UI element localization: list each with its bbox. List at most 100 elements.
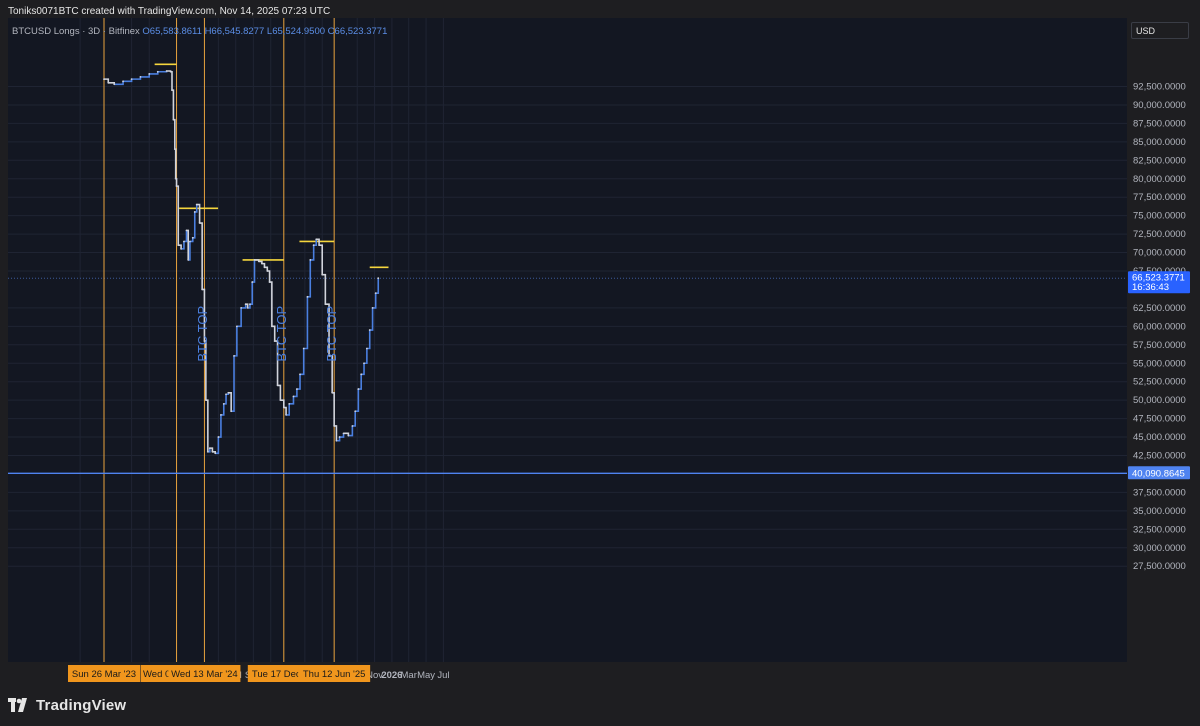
date-marker-label: Sun 26 Mar '23 (72, 669, 136, 680)
date-marker-label: Wed 13 Mar '24 (171, 669, 238, 680)
price-segment (293, 389, 298, 398)
price-point (208, 447, 211, 450)
price-tick-label: 80,000.0000 (1133, 174, 1186, 185)
price-point (351, 425, 354, 427)
price-point (333, 425, 336, 427)
price-point (309, 259, 312, 261)
chart-plot-svg[interactable]: BTC TOP BTC TOP BTC TOP (8, 18, 1127, 662)
price-tick-label: 50,000.0000 (1133, 395, 1186, 406)
price-point (360, 373, 363, 376)
price-point (214, 452, 217, 455)
price-point (312, 244, 315, 247)
price-tick-label: 35,000.0000 (1133, 506, 1186, 517)
price-point (251, 281, 254, 283)
price-point (156, 70, 159, 73)
price-segment (220, 403, 225, 416)
price-tick-label: 27,500.0000 (1133, 561, 1186, 572)
time-axis-svg: 2023JulSepMayJulSepNoMarMSepNov2026MarMa… (68, 665, 449, 682)
price-point (288, 402, 291, 405)
price-tick-label: 87,500.0000 (1133, 118, 1186, 129)
btc-top-annotation[interactable]: BTC TOP (274, 306, 289, 362)
price-segment (249, 282, 254, 306)
price-point (266, 270, 269, 272)
price-point (335, 439, 338, 442)
price-point (148, 73, 151, 75)
price-point (270, 325, 273, 328)
price-segment (170, 70, 173, 91)
price-point (191, 236, 194, 239)
legend-close: C66,523.3771 (327, 26, 388, 37)
btc-top-annotation[interactable]: BTC TOP (324, 306, 339, 362)
price-segment (174, 148, 177, 179)
price-point (227, 391, 230, 394)
price-point (279, 399, 282, 402)
price-point (189, 240, 191, 243)
price-point (295, 388, 298, 390)
price-point (220, 414, 222, 416)
price-point (187, 259, 190, 261)
price-point (177, 244, 180, 247)
price-tick-label: 52,500.0000 (1133, 377, 1186, 388)
price-point (263, 266, 266, 269)
price-point (193, 211, 196, 213)
price-segment (364, 348, 368, 365)
price-point (122, 80, 124, 83)
price-segment (332, 391, 335, 426)
price-axis[interactable]: 92,500.0000 90,000.0000 87,500.0000 85,000.… (1127, 18, 1192, 662)
price-segment (303, 296, 309, 350)
price-point (321, 273, 324, 276)
price-point (204, 399, 207, 402)
price-tick-label: 70,000.0000 (1133, 248, 1186, 259)
price-segment (123, 79, 133, 83)
price-tick-label: 62,500.0000 (1133, 303, 1186, 314)
price-point (365, 347, 368, 350)
price-segment (149, 71, 159, 75)
attribution-text: Toniks0071BTC created with TradingView.c… (8, 6, 331, 17)
price-tick-label: 30,000.0000 (1133, 543, 1186, 554)
price-point (103, 78, 105, 81)
symbol-legend[interactable]: BTCUSD Longs · 3D · Bitfinex O65,583.861… (12, 26, 387, 37)
price-point (130, 78, 133, 81)
plot-area[interactable]: BTC TOP BTC TOP BTC TOP (8, 18, 1127, 662)
currency-selector[interactable]: USD (1131, 22, 1189, 39)
price-point (139, 76, 142, 78)
price-segment (236, 307, 242, 328)
price-point (113, 83, 116, 86)
price-point (249, 303, 251, 306)
price-point (175, 185, 178, 188)
price-point (318, 244, 320, 247)
price-tick-label: 57,500.0000 (1133, 340, 1186, 351)
price-point (174, 177, 177, 180)
price-point (230, 410, 233, 413)
price-point (371, 307, 374, 309)
time-tick-label: Jul (437, 670, 449, 681)
price-point (253, 259, 256, 261)
tradingview-logo[interactable]: TradingView (8, 694, 126, 716)
price-point (222, 402, 225, 405)
price-point (185, 229, 188, 232)
time-tick-label: Mar (401, 670, 417, 681)
price-point (331, 391, 334, 394)
price-segment (300, 348, 305, 376)
btc-top-annotation[interactable]: BTC TOP (195, 306, 210, 362)
chart-window: Toniks0071BTC created with TradingView.c… (0, 0, 1200, 726)
price-tick-label: 92,500.0000 (1133, 82, 1186, 93)
price-point (260, 262, 263, 265)
price-segment (277, 384, 282, 401)
price-point (107, 81, 110, 84)
price-point (276, 384, 279, 387)
price-segment (183, 230, 188, 243)
price-tick-label: 37,500.0000 (1133, 487, 1186, 498)
price-point (347, 434, 350, 437)
support-price-label: 40,090.8645 (1132, 468, 1185, 479)
price-segment (223, 394, 227, 405)
price-point (268, 281, 271, 283)
price-segment (108, 82, 116, 85)
price-tick-label: 32,500.0000 (1133, 524, 1186, 535)
date-marker-label: Thu 12 Jun '25 (303, 669, 366, 680)
price-point (285, 414, 287, 416)
time-axis[interactable]: 2023JulSepMayJulSepNoMarMSepNov2026MarMa… (8, 662, 1127, 686)
price-segment (140, 73, 151, 78)
price-segment (267, 270, 271, 283)
price-tick-label: 47,500.0000 (1133, 414, 1186, 425)
